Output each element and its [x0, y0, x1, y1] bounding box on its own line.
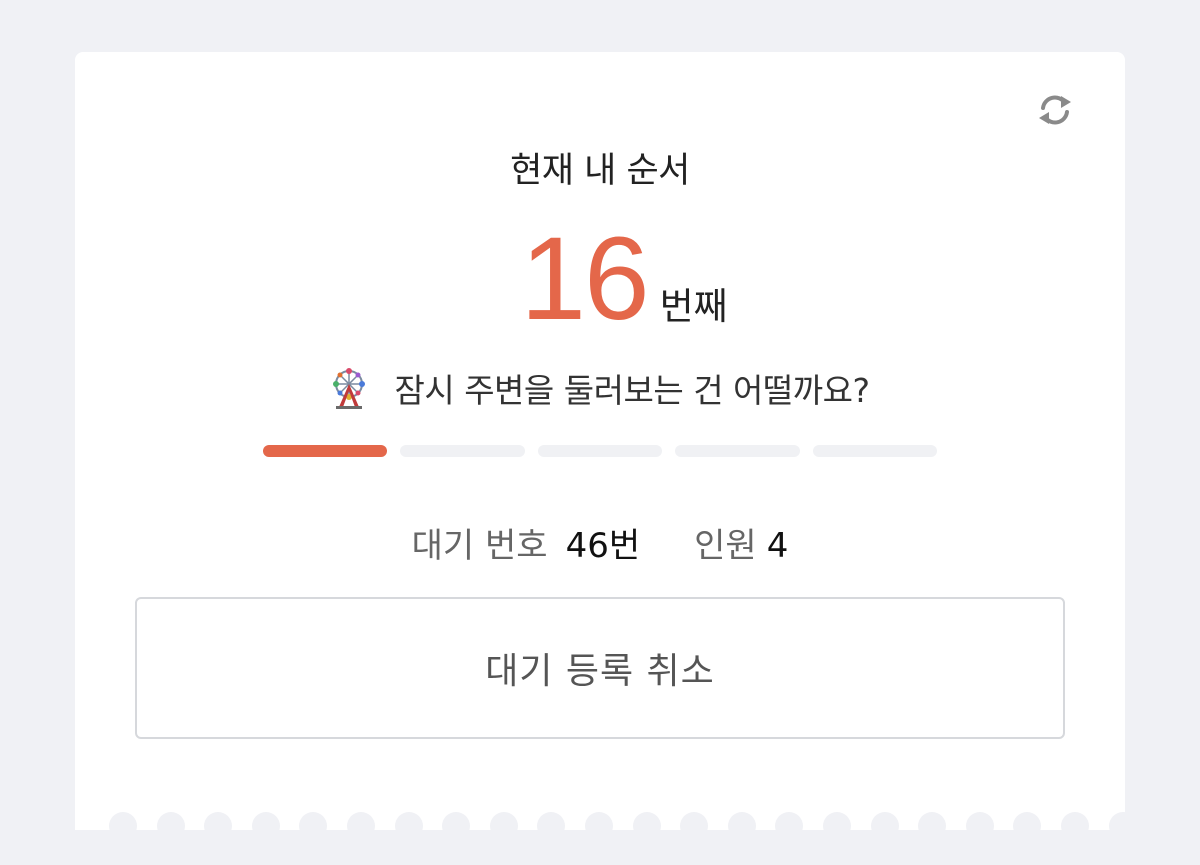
- ticket-scallop: [299, 812, 328, 840]
- queue-progress-bar: [263, 445, 938, 457]
- ticket-scallop: [489, 812, 518, 840]
- ticket-edge: [75, 810, 1125, 850]
- ticket-scallop: [394, 812, 423, 840]
- progress-segment: [812, 445, 938, 457]
- ticket-scallop: [156, 812, 185, 840]
- ticket-scallop: [442, 812, 471, 840]
- suggestion-text: 잠시 주변을 둘러보는 건 어떨까요?: [394, 371, 870, 410]
- progress-segment: [675, 445, 800, 457]
- ticket-scallop: [109, 812, 137, 840]
- ticket-scallop: [537, 812, 566, 840]
- progress-segment: [263, 445, 388, 457]
- ticket-scallop: [965, 812, 994, 840]
- progress-segment: [537, 445, 663, 457]
- ticket-scallop: [204, 812, 233, 840]
- ticket-scallop: [1061, 812, 1089, 840]
- ticket-scallop: [1013, 812, 1042, 840]
- page-title: 현재 내 순서: [510, 151, 690, 191]
- rank-number: 16: [520, 213, 649, 345]
- refresh-button[interactable]: [1033, 88, 1077, 132]
- ticket-scallop: [632, 812, 661, 840]
- ticket-scallop: [251, 812, 280, 840]
- progress-segment: [400, 445, 525, 457]
- suggestion-message: 잠시 주변을 둘러보는 건 어떨까요?: [75, 364, 1125, 412]
- ticket-scallop: [585, 812, 613, 840]
- wait-number-label: 대기 번호: [411, 526, 548, 566]
- waiting-info: 대기 번호 46번 인원 4: [75, 518, 1125, 567]
- ferris-wheel-icon: [333, 368, 366, 409]
- ticket-scallop: [775, 812, 804, 840]
- party-size-value: 4: [766, 526, 789, 566]
- ticket-scallop: [918, 812, 947, 840]
- ticket-scallop: [1108, 812, 1125, 840]
- ticket-scallop: [823, 812, 851, 840]
- wait-number-value: 46번: [565, 526, 641, 566]
- party-size-label: 인원: [694, 526, 757, 566]
- ticket-scallop: [680, 812, 709, 840]
- rank-unit: 번째: [659, 285, 728, 328]
- ticket-scallop: [870, 812, 899, 840]
- waiting-status-card: 현재 내 순서 16 번째 잠시 주변을 둘러보는 건 어떨까요? 대기 번호 …: [75, 52, 1125, 840]
- rank-display: 16 번째: [75, 220, 1125, 338]
- ticket-scallop: [347, 812, 375, 840]
- cancel-waiting-button[interactable]: 대기 등록 취소: [135, 597, 1065, 739]
- refresh-icon: [1039, 95, 1071, 125]
- ticket-scallop: [727, 812, 756, 840]
